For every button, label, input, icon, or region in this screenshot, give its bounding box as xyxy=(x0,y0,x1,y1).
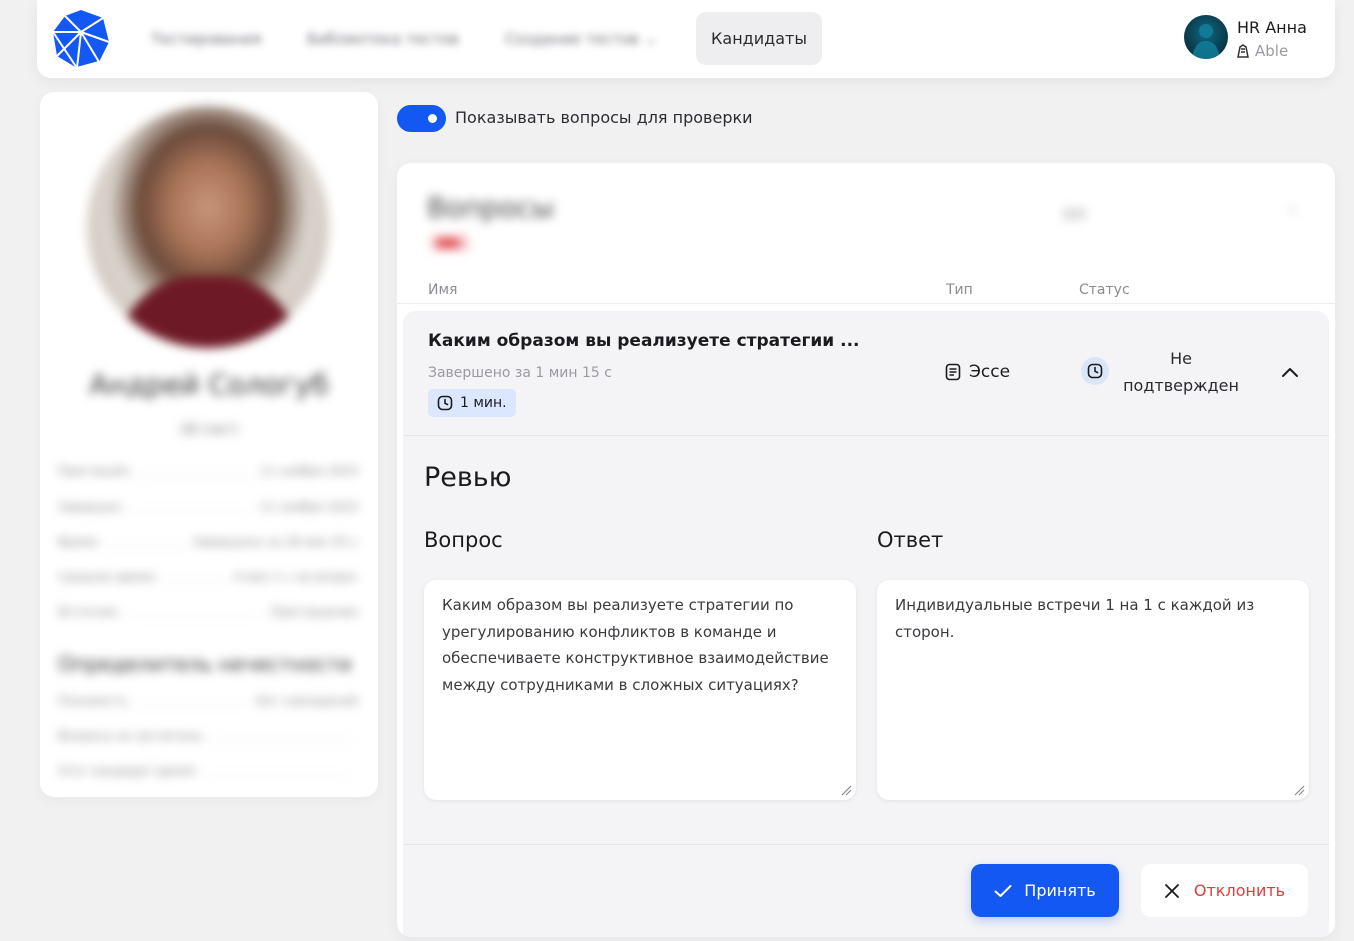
nav-item-test-library[interactable]: Библиотека тестов xyxy=(307,28,459,50)
clock-icon xyxy=(1087,363,1103,379)
accept-button[interactable]: Принять xyxy=(971,864,1119,917)
column-header-status: Статус xyxy=(1079,282,1130,298)
organization-name: Able xyxy=(1255,42,1289,60)
clock-icon xyxy=(437,395,453,411)
panel-title: Вопросы xyxy=(427,191,555,224)
reject-button[interactable]: Отклонить xyxy=(1141,864,1308,917)
review-title: Ревью xyxy=(424,462,512,493)
answer-textarea[interactable]: Индивидуальные встречи 1 на 1 с каждой и… xyxy=(877,580,1309,800)
check-icon xyxy=(994,884,1012,897)
question-label: Вопрос xyxy=(424,528,503,552)
profile-row-value: Приглашение xyxy=(270,605,358,619)
chevron-down-icon: ⌄ xyxy=(644,30,658,48)
profile-row-label: Похожесть xyxy=(58,694,128,708)
app-logo-icon[interactable] xyxy=(51,8,111,70)
answer-label: Ответ xyxy=(877,528,944,552)
pending-status-icon xyxy=(1081,357,1109,385)
time-limit-badge: 1 мин. xyxy=(428,389,516,417)
nav-item-label: Библиотека тестов xyxy=(307,30,459,48)
user-name: HR Анна xyxy=(1237,18,1307,37)
nav-item-testings[interactable]: Тестирования xyxy=(151,28,261,50)
profile-row: Источник Приглашение xyxy=(58,605,358,621)
chevron-up-icon[interactable] xyxy=(1278,361,1302,385)
profile-section-title: Определитель нечестности xyxy=(58,652,352,676)
toggle-label: Показывать вопросы для проверки xyxy=(455,108,753,127)
profile-row-label: Вопросы не засчитаны xyxy=(58,729,203,743)
document-icon xyxy=(945,363,961,381)
question-completed-time: Завершено за 1 мин 15 с xyxy=(428,365,612,381)
profile-row-value: 11 ноября 2024 xyxy=(259,500,358,514)
question-text: Каким образом вы реализуете стратегии по… xyxy=(442,596,829,694)
candidate-profile-card: Андрей Сологуб 28 (лет) Приглашён 11 нояб… xyxy=(40,92,378,797)
review-actions: Принять Отклонить xyxy=(403,844,1329,937)
reject-button-label: Отклонить xyxy=(1193,881,1286,900)
question-title: Каким образом вы реализуете стратегии ..… xyxy=(428,331,860,351)
top-header: Тестирования Библиотека тестов Создание … xyxy=(37,0,1335,78)
resize-handle-icon[interactable] xyxy=(841,785,852,796)
person-silhouette-icon xyxy=(1192,24,1220,59)
time-limit-value: 1 мин. xyxy=(460,395,507,411)
accept-button-label: Принять xyxy=(1024,881,1096,900)
toggle-knob xyxy=(428,114,437,123)
question-status: Не подтвержден xyxy=(1123,349,1239,395)
question-type: Эссе xyxy=(945,362,1010,382)
panel-header: Вопросы 0/0 ⌃ xyxy=(397,163,1335,263)
profile-row: Этот кандидат время xyxy=(58,764,358,780)
profile-row-label: Приглашён xyxy=(58,464,130,478)
user-organization: Able xyxy=(1237,42,1288,60)
profile-row: Приглашён 11 ноября 2024 xyxy=(58,464,358,480)
question-row[interactable]: Каким образом вы реализуете стратегии ..… xyxy=(403,311,1329,435)
profile-row: Время Завершено за 28 мин 45 с xyxy=(58,535,358,551)
profile-row-label: Источник xyxy=(58,605,118,619)
column-header-name: Имя xyxy=(428,282,458,298)
close-icon xyxy=(1164,883,1179,898)
profile-row: Похожесть Нет совпадений xyxy=(58,694,358,710)
profile-row-label: Завершил xyxy=(58,500,122,514)
resize-handle-icon[interactable] xyxy=(1294,785,1305,796)
user-avatar[interactable] xyxy=(1184,15,1228,59)
profile-row-value: 4 мин 1 с на вопрос xyxy=(233,570,358,584)
panel-counter: 0/0 xyxy=(1063,207,1086,223)
profile-row: Завершил 11 ноября 2024 xyxy=(58,500,358,516)
profile-row: Вопросы не засчитаны xyxy=(58,729,358,745)
nav-item-candidates[interactable]: Кандидаты xyxy=(696,12,822,65)
answer-text: Индивидуальные встречи 1 на 1 с каждой и… xyxy=(895,596,1255,641)
question-type-label: Эссе xyxy=(969,362,1011,382)
candidate-age: 28 (лет) xyxy=(179,422,239,438)
profile-row-value: Нет совпадений xyxy=(255,694,358,708)
column-header-type: Тип xyxy=(946,282,973,298)
profile-row: Среднее время 4 мин 1 с на вопрос xyxy=(58,570,358,586)
question-textarea[interactable]: Каким образом вы реализуете стратегии по… xyxy=(424,580,856,800)
collapse-icon[interactable]: ⌃ xyxy=(1287,207,1299,223)
profile-row-label: Этот кандидат время xyxy=(58,764,195,778)
profile-row-label: Время xyxy=(58,535,98,549)
profile-row-value: Завершено за 28 мин 45 с xyxy=(192,535,358,549)
candidate-name: Андрей Сологуб xyxy=(89,368,329,401)
score-badge xyxy=(431,235,469,251)
candidate-photo xyxy=(87,106,329,348)
questions-panel: Вопросы 0/0 ⌃ Имя Тип Статус Каким образ… xyxy=(397,163,1335,937)
profile-row-label: Среднее время xyxy=(58,570,155,584)
nav-item-create-tests[interactable]: Создание тестов ⌄ xyxy=(505,28,657,50)
nav-item-label: Создание тестов xyxy=(505,30,639,48)
profile-row-value: 11 ноября 2024 xyxy=(259,464,358,478)
review-section: Ревью Вопрос Ответ Каким образом вы реал… xyxy=(403,435,1329,844)
organization-icon xyxy=(1237,44,1249,58)
divider xyxy=(397,303,1335,304)
show-review-questions-toggle[interactable] xyxy=(397,105,446,132)
nav-item-label: Тестирования xyxy=(151,30,262,48)
